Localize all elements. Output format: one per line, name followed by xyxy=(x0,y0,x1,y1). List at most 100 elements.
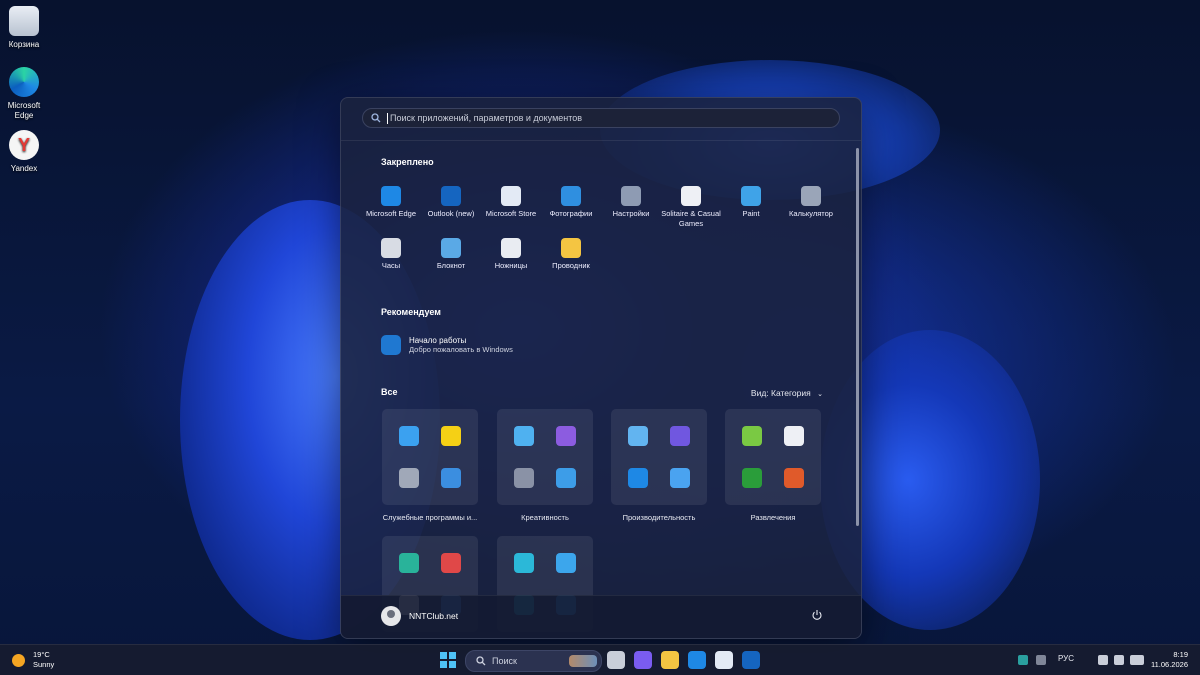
search-highlight-icon xyxy=(569,655,597,667)
category-label: Развлечения xyxy=(750,513,796,522)
pinned-app-label: Калькулятор xyxy=(789,209,833,218)
taskbar-search-box[interactable]: Поиск xyxy=(465,650,602,672)
start-button[interactable] xyxy=(440,652,456,668)
recycle-bin-icon xyxy=(9,6,39,36)
pinned-app[interactable]: Outlook (new) xyxy=(421,186,481,219)
folder-icon xyxy=(561,238,581,258)
recommended-title-text: Начало работы xyxy=(409,336,467,345)
category-folder[interactable] xyxy=(497,409,593,505)
pinned-app-label: Solitaire & Casual Games xyxy=(661,209,721,228)
view-category-dropdown[interactable]: Вид: Категория ⌄ xyxy=(751,388,823,398)
category-app-icon xyxy=(399,426,419,446)
security-icon[interactable] xyxy=(1018,655,1028,665)
store-icon[interactable] xyxy=(715,651,733,669)
category-app-icon xyxy=(441,553,461,573)
pinned-app-label: Настройки xyxy=(612,209,650,218)
yandex-icon: Y xyxy=(9,130,39,160)
user-name[interactable]: NNTClub.net xyxy=(409,611,458,621)
outlook-icon xyxy=(441,186,461,206)
category-app-icon xyxy=(628,426,648,446)
category-app-icon xyxy=(670,468,690,488)
avatar[interactable] xyxy=(381,606,401,626)
category-app-icon xyxy=(514,553,534,573)
category-folder[interactable] xyxy=(382,409,478,505)
network-off-icon[interactable] xyxy=(1036,655,1046,665)
category-app-icon xyxy=(556,426,576,446)
category-app-icon xyxy=(514,468,534,488)
search-icon xyxy=(371,113,381,123)
task-view-icon[interactable] xyxy=(607,651,625,669)
pinned-app-label: Ножницы xyxy=(494,261,528,270)
edge-icon[interactable] xyxy=(688,651,706,669)
category-label: Производительность xyxy=(622,513,696,522)
recommended-item-get-started[interactable]: Начало работы Добро пожаловать в Windows xyxy=(381,335,513,355)
pinned-app[interactable]: Microsoft Edge xyxy=(361,186,421,219)
pinned-app[interactable]: Фотографии xyxy=(541,186,601,219)
scrollbar[interactable] xyxy=(856,148,859,526)
weather-widget[interactable]: 19°C Sunny xyxy=(12,650,54,670)
outlook-icon[interactable] xyxy=(742,651,760,669)
photos-icon xyxy=(561,186,581,206)
category-app-icon xyxy=(628,468,648,488)
windows-logo-tile xyxy=(449,652,456,659)
pinned-app[interactable]: Solitaire & Casual Games xyxy=(661,186,721,229)
cards-icon xyxy=(681,186,701,206)
store-icon xyxy=(501,186,521,206)
category-app-icon xyxy=(556,468,576,488)
copilot-icon[interactable] xyxy=(634,651,652,669)
taskbar-search-label: Поиск xyxy=(492,656,517,666)
pinned-app-label: Проводник xyxy=(552,261,590,270)
clock-date: 11.06.2026 xyxy=(1151,660,1188,669)
sun-icon xyxy=(12,653,25,667)
get-started-icon xyxy=(381,335,401,355)
category-folder[interactable] xyxy=(725,409,821,505)
chevron-down-icon: ⌄ xyxy=(817,391,823,398)
clock[interactable]: 8:19 11.06.2026 xyxy=(1151,650,1188,670)
divider xyxy=(341,140,861,141)
weather-temp: 19°C xyxy=(33,650,50,659)
power-icon[interactable] xyxy=(811,609,823,621)
desktop-icon-yandex[interactable]: Y Yandex xyxy=(4,130,44,174)
pinned-app[interactable]: Часы xyxy=(361,238,421,271)
category-app-icon xyxy=(784,426,804,446)
battery-icon[interactable] xyxy=(1130,655,1144,665)
pinned-app[interactable]: Microsoft Store xyxy=(481,186,541,219)
windows-logo-tile xyxy=(449,661,456,668)
file-explorer-icon[interactable] xyxy=(661,651,679,669)
pinned-app-label: Outlook (new) xyxy=(427,209,475,218)
notepad-icon xyxy=(441,238,461,258)
windows-logo-tile xyxy=(440,652,447,659)
snipping-icon xyxy=(501,238,521,258)
desktop-icon-label: Microsoft Edge xyxy=(7,101,41,120)
pinned-app-label: Microsoft Edge xyxy=(365,209,417,218)
pinned-app[interactable]: Проводник xyxy=(541,238,601,271)
all-apps-title: Все xyxy=(381,387,398,397)
recommended-subtitle-text: Добро пожаловать в Windows xyxy=(409,345,513,354)
desktop-icon-edge[interactable]: Microsoft Edge xyxy=(4,67,44,121)
view-label: Вид: Категория xyxy=(750,388,811,398)
pinned-app-label: Фотографии xyxy=(549,209,593,218)
desktop-icon-recycle-bin[interactable]: Корзина xyxy=(4,6,44,50)
recommended-title: Рекомендуем xyxy=(381,307,441,317)
taskbar: 19°C Sunny Поиск РУС 8:19 11.06.2026 xyxy=(0,644,1200,675)
category-app-icon xyxy=(556,553,576,573)
desktop-icon-label: Корзина xyxy=(8,40,40,49)
category-folder[interactable] xyxy=(611,409,707,505)
category-app-icon xyxy=(441,426,461,446)
volume-icon[interactable] xyxy=(1114,655,1124,665)
pinned-app[interactable]: Настройки xyxy=(601,186,661,219)
wifi-icon[interactable] xyxy=(1098,655,1108,665)
category-app-icon xyxy=(742,468,762,488)
start-search-input[interactable]: Поиск приложений, параметров и документо… xyxy=(362,108,840,128)
desktop-icon-label: Yandex xyxy=(10,164,38,173)
category-app-icon xyxy=(441,468,461,488)
paint-icon xyxy=(741,186,761,206)
language-indicator[interactable]: РУС xyxy=(1058,654,1074,663)
pinned-app-label: Блокнот xyxy=(436,261,466,270)
search-icon xyxy=(476,656,486,666)
pinned-app[interactable]: Ножницы xyxy=(481,238,541,271)
pinned-app[interactable]: Блокнот xyxy=(421,238,481,271)
windows-logo-tile xyxy=(440,661,447,668)
pinned-app[interactable]: Paint xyxy=(721,186,781,219)
pinned-app[interactable]: Калькулятор xyxy=(781,186,841,219)
